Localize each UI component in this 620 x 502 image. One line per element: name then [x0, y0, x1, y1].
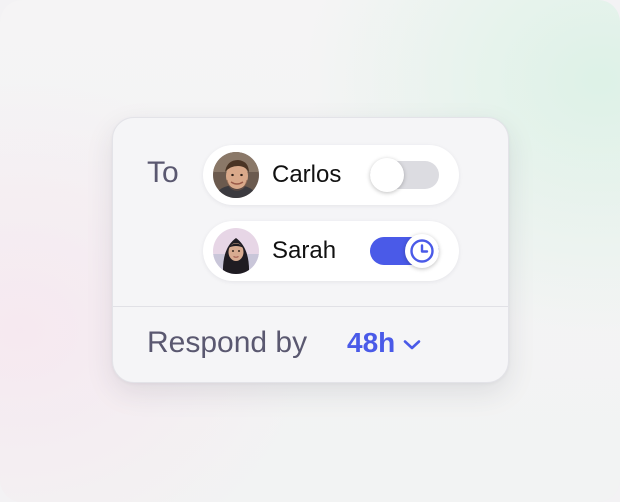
recipient-name: Carlos — [272, 161, 342, 188]
respond-by-dropdown[interactable]: 48h — [347, 326, 421, 360]
sarah-avatar-icon — [213, 228, 259, 274]
recipient-name: Sarah — [272, 237, 337, 264]
chevron-down-icon — [403, 340, 421, 350]
avatar — [213, 228, 259, 274]
recipients-card: To Carlos Sarah Respond by 48h — [112, 117, 509, 383]
recipient-toggle-sarah[interactable] — [370, 234, 439, 268]
recipient-sarah: Sarah — [203, 221, 459, 281]
respond-by-label: Respond by — [147, 326, 308, 359]
clock-icon — [410, 239, 434, 263]
respond-by-value: 48h — [347, 327, 396, 358]
toggle-knob — [405, 234, 439, 268]
recipient-toggle-carlos[interactable] — [370, 158, 439, 192]
background: To Carlos Sarah Respond by 48h — [0, 0, 620, 502]
divider — [113, 306, 508, 307]
recipient-carlos: Carlos — [203, 145, 459, 205]
carlos-avatar-icon — [213, 152, 259, 198]
avatar — [213, 152, 259, 198]
to-label: To — [147, 156, 179, 189]
toggle-knob — [370, 158, 404, 192]
